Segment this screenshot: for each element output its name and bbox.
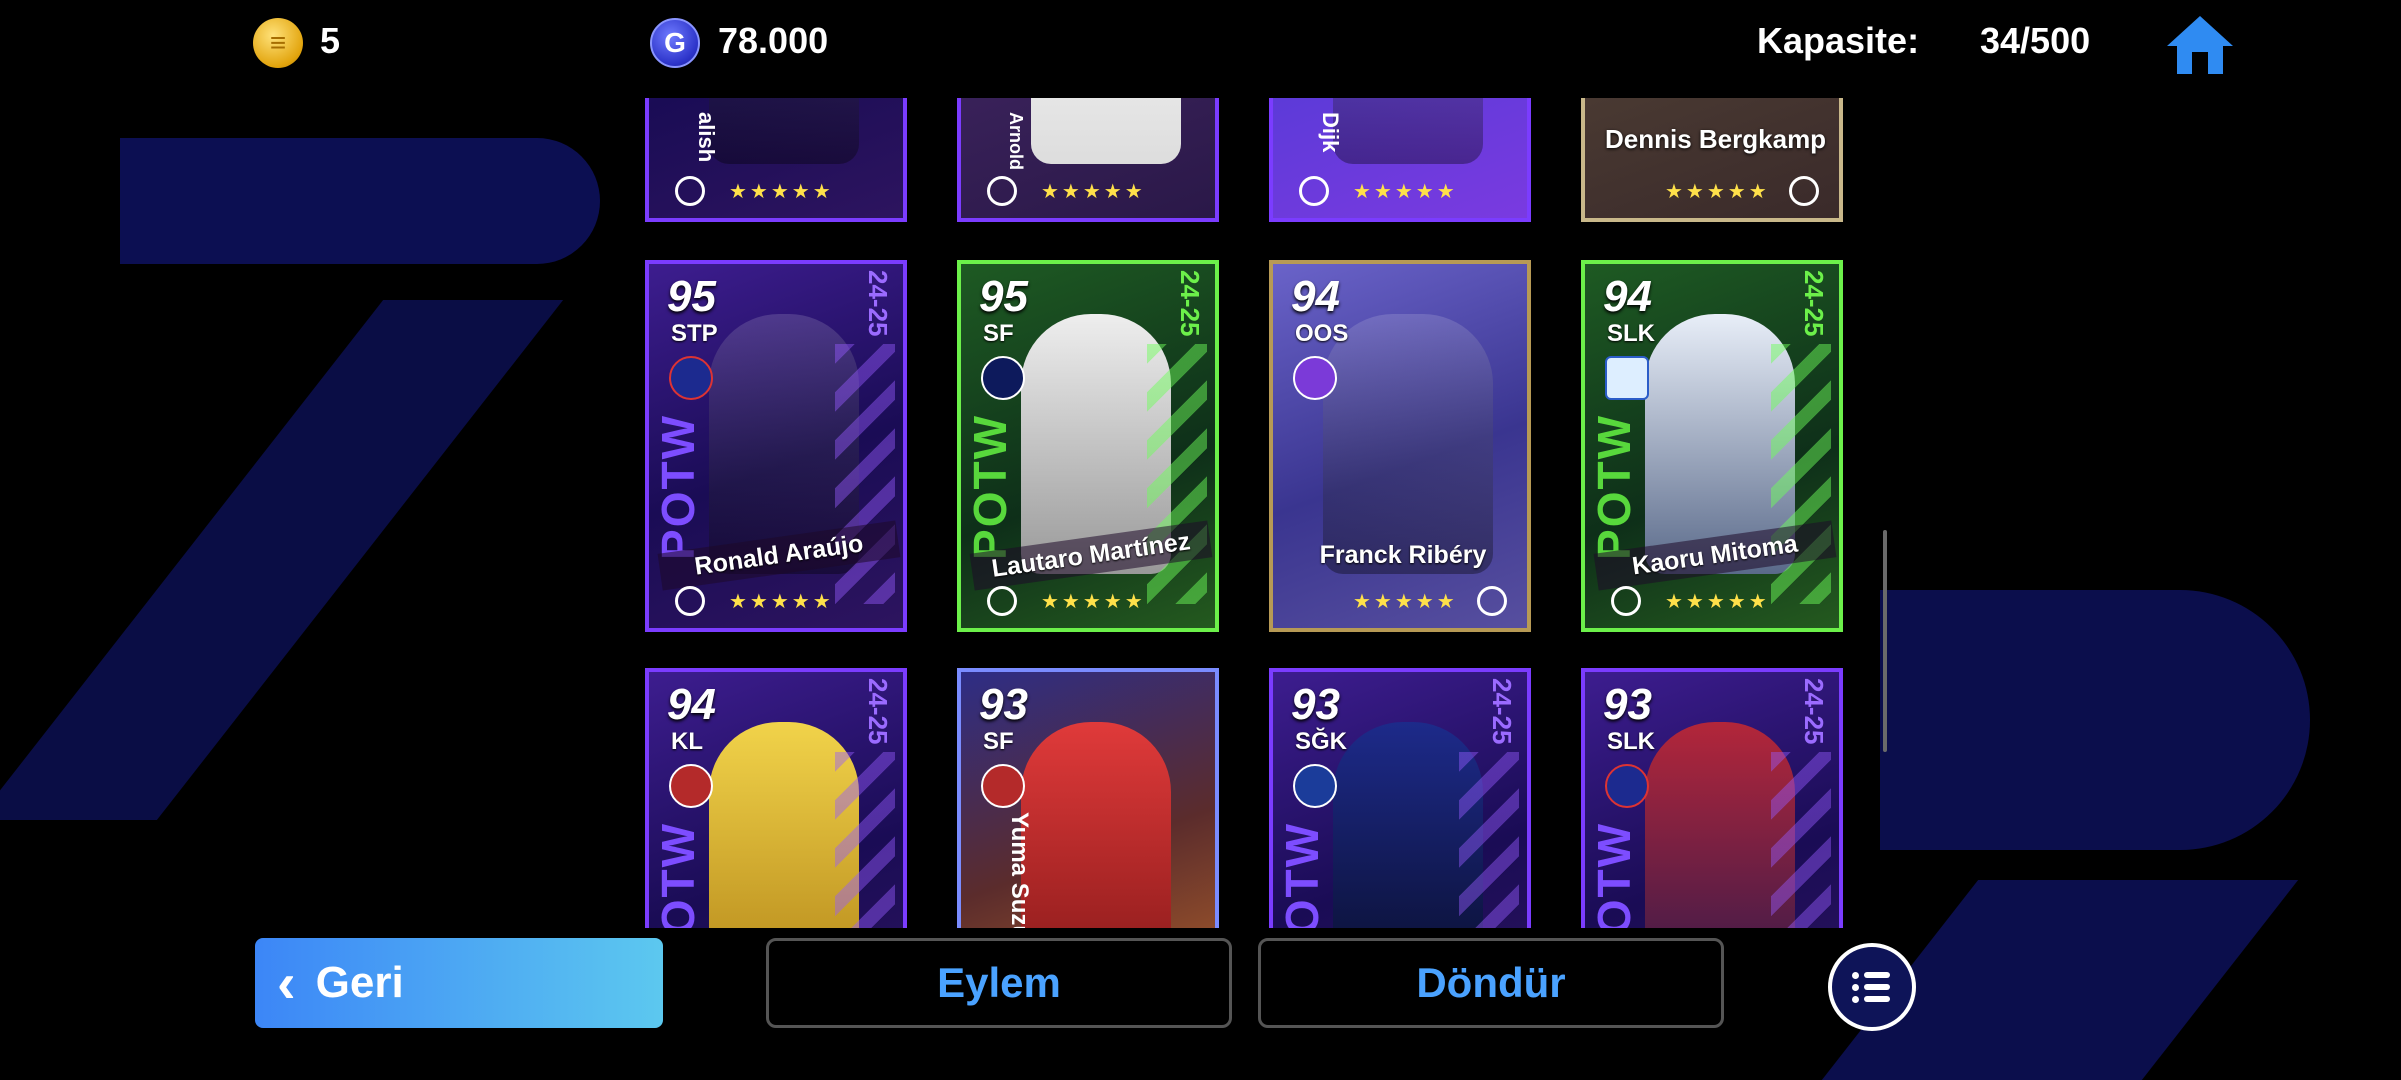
card-decoration — [1771, 752, 1831, 928]
efootball-icon — [987, 176, 1017, 206]
coin-count: 5 — [320, 20, 341, 61]
potw-label: POTW — [1588, 822, 1640, 928]
efootball-icon — [987, 586, 1017, 616]
club-badge-icon — [669, 764, 713, 808]
player-stars: ★★★★★ — [1353, 181, 1458, 203]
efootball-icon — [675, 586, 705, 616]
player-image — [1031, 98, 1181, 164]
player-image — [1333, 98, 1483, 164]
gp-count: 78.000 — [718, 20, 829, 61]
player-position: SLK — [1607, 320, 1655, 347]
player-card-grid: alish ★★★★★ Arnold ★★★★★ Dijk ★★★★★ Denn… — [645, 98, 1845, 928]
efootball-icon — [1477, 586, 1507, 616]
club-badge-icon — [1293, 764, 1337, 808]
club-badge-icon — [1605, 764, 1649, 808]
player-card[interactable]: 94 SLK 24-25 POTW Kaoru Mitoma ★★★★★ — [1581, 260, 1843, 632]
player-rating: 94 — [1603, 272, 1652, 321]
player-position: KL — [671, 728, 703, 755]
season-label: 24-25 — [863, 270, 893, 337]
player-image — [1021, 722, 1171, 928]
bg-decoration — [0, 300, 564, 820]
potw-label: POTW — [964, 414, 1016, 560]
player-rating: 93 — [1291, 680, 1340, 729]
player-card[interactable]: 93 SĞK 24-25 POTW — [1269, 668, 1531, 928]
player-position: OOS — [1295, 320, 1349, 347]
list-menu-icon[interactable] — [1828, 943, 1916, 1031]
efootball-icon — [1789, 176, 1819, 206]
player-name: Dennis Bergkamp — [1605, 124, 1827, 154]
player-stars: ★★★★★ — [729, 181, 834, 203]
player-rating: 95 — [979, 272, 1028, 321]
action-button[interactable]: Eylem — [766, 938, 1232, 1028]
card-decoration — [835, 752, 895, 928]
back-button-label: Geri — [315, 958, 404, 1007]
efootball-icon — [1611, 586, 1641, 616]
potw-label: POTW — [652, 414, 704, 560]
player-image — [1323, 314, 1493, 574]
efootball-icon — [675, 176, 705, 206]
efootball-icon — [1299, 176, 1329, 206]
top-bar: ≡ 5 G 78.000 Kapasite: 34/500 — [0, 0, 2401, 90]
coin-icon: ≡ — [253, 18, 303, 68]
home-icon[interactable] — [2165, 14, 2235, 76]
club-badge-icon — [1293, 356, 1337, 400]
card-decoration — [1459, 752, 1519, 928]
player-name: alish — [694, 112, 719, 163]
player-rating: 93 — [1603, 680, 1652, 729]
player-stars: ★★★★★ — [1665, 181, 1770, 203]
season-label: 24-25 — [1799, 678, 1829, 745]
season-label: 24-25 — [863, 678, 893, 745]
bg-decoration — [120, 138, 600, 264]
player-card[interactable]: 95 SF 24-25 POTW Lautaro Martínez ★★★★★ — [957, 260, 1219, 632]
capacity-label: Kapasite: — [1757, 20, 1920, 61]
player-card[interactable]: alish ★★★★★ — [645, 98, 907, 222]
player-stars: ★★★★★ — [1041, 181, 1146, 203]
club-badge-icon — [981, 356, 1025, 400]
player-card[interactable]: 93 SLK 24-25 POTW — [1581, 668, 1843, 928]
player-rating: 95 — [667, 272, 716, 321]
potw-label: POTW — [652, 822, 704, 928]
player-stars: ★★★★★ — [1665, 591, 1770, 613]
season-label: 24-25 — [1799, 270, 1829, 337]
player-position: SĞK — [1295, 728, 1348, 755]
player-card[interactable]: 93 SF Yuma Suzu — [957, 668, 1219, 928]
player-rating: 94 — [1291, 272, 1340, 321]
player-card[interactable]: Arnold ★★★★★ — [957, 98, 1219, 222]
scrollbar[interactable] — [1883, 530, 1887, 752]
player-stars: ★★★★★ — [1041, 591, 1146, 613]
player-position: SLK — [1607, 728, 1655, 755]
player-card[interactable]: Dijk ★★★★★ — [1269, 98, 1531, 222]
player-rating: 94 — [667, 680, 716, 729]
potw-label: POTW — [1276, 822, 1328, 928]
player-card[interactable]: 94 OOS Franck Ribéry ★★★★★ — [1269, 260, 1531, 632]
club-badge-icon — [1605, 356, 1649, 400]
player-stars: ★★★★★ — [1353, 591, 1458, 613]
player-name: Franck Ribéry — [1319, 541, 1487, 569]
bg-decoration — [1880, 590, 2310, 850]
chevron-left-icon: ‹ — [277, 951, 296, 1014]
player-name: Yuma Suzu — [1006, 812, 1033, 928]
player-card[interactable]: 94 KL 24-25 POTW — [645, 668, 907, 928]
capacity-value: 34/500 — [1980, 20, 2091, 61]
season-label: 24-25 — [1175, 270, 1205, 337]
potw-label: POTW — [1588, 414, 1640, 560]
player-name: Dijk — [1318, 112, 1343, 153]
season-label: 24-25 — [1487, 678, 1517, 745]
back-button[interactable]: ‹ Geri — [255, 938, 663, 1028]
club-badge-icon — [981, 764, 1025, 808]
player-card[interactable]: 95 STP 24-25 POTW Ronald Araújo ★★★★★ — [645, 260, 907, 632]
player-position: SF — [983, 320, 1014, 347]
player-position: SF — [983, 728, 1014, 755]
rotate-button[interactable]: Döndür — [1258, 938, 1724, 1028]
player-image — [709, 98, 859, 164]
player-stars: ★★★★★ — [729, 591, 834, 613]
player-card[interactable]: Dennis Bergkamp ★★★★★ — [1581, 98, 1843, 222]
gp-icon: G — [650, 18, 700, 68]
player-position: STP — [671, 320, 718, 347]
player-name: Arnold — [1006, 112, 1026, 170]
player-rating: 93 — [979, 680, 1028, 729]
club-badge-icon — [669, 356, 713, 400]
